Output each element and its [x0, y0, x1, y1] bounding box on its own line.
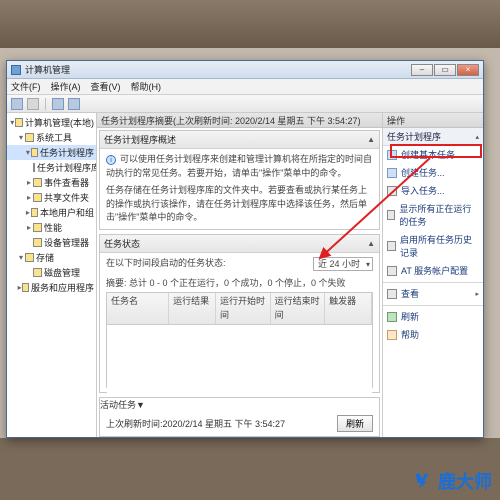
tree-performance[interactable]: ▸性能 — [7, 220, 96, 235]
gear-icon — [387, 266, 397, 276]
refresh-icon[interactable] — [52, 98, 64, 110]
tree-root[interactable]: ▾计算机管理(本地) — [7, 115, 96, 130]
watermark-icon — [412, 470, 434, 492]
actions-separator — [383, 282, 483, 283]
minimize-button[interactable]: – — [411, 64, 433, 76]
menu-action[interactable]: 操作(A) — [51, 80, 81, 93]
titlebar[interactable]: 计算机管理 – ▭ × — [7, 61, 483, 79]
action-view[interactable]: 查看▸ — [383, 285, 483, 303]
back-icon[interactable] — [11, 98, 23, 110]
last-refresh-text: 上次刷新时间:2020/2/14 星期五 下午 3:54:27 — [106, 417, 285, 430]
active-tasks-panel: 活动任务▼ 上次刷新时间:2020/2/14 星期五 下午 3:54:27 刷新 — [99, 397, 380, 437]
tree-shared-folders[interactable]: ▸共享文件夹 — [7, 190, 96, 205]
maximize-button[interactable]: ▭ — [434, 64, 456, 76]
info-icon: i — [106, 155, 116, 165]
status-summary: 摘要: 总计 0 - 0 个正在运行，0 个成功，0 个停止，0 个失败 — [106, 277, 373, 291]
overview-panel: 任务计划程序概述▲ i可以使用任务计划程序来创建和管理计算机将在所指定的时间自动… — [99, 130, 380, 230]
refresh-icon — [387, 312, 397, 322]
action-show-running[interactable]: 显示所有正在运行的任务 — [383, 200, 483, 231]
range-combo[interactable]: 近 24 小时 — [313, 257, 373, 271]
menubar: 文件(F) 操作(A) 查看(V) 帮助(H) — [7, 79, 483, 95]
highlight-box — [390, 144, 482, 158]
status-range-label: 在以下时间段启动的任务状态: — [106, 258, 226, 268]
app-icon — [11, 65, 21, 75]
action-import-task[interactable]: 导入任务... — [383, 182, 483, 200]
menu-help[interactable]: 帮助(H) — [131, 80, 162, 93]
content-header: 任务计划程序摘要(上次刷新时间: 2020/2/14 星期五 下午 3:54:2… — [97, 113, 382, 128]
task-list-header[interactable]: 任务名 运行结果 运行开始时间 运行结束时间 触发器 — [107, 293, 372, 325]
refresh-button[interactable]: 刷新 — [337, 415, 373, 432]
action-create-task[interactable]: 创建任务... — [383, 164, 483, 182]
tree-storage[interactable]: ▾存储 — [7, 250, 96, 265]
nav-tree[interactable]: ▾计算机管理(本地) ▾系统工具 ▾任务计划程序 任务计划程序库 ▸事件查看器 … — [7, 113, 97, 437]
forward-icon[interactable] — [27, 98, 39, 110]
watermark: 鹿大师 — [412, 468, 492, 494]
task-icon — [387, 168, 397, 178]
status-body: 在以下时间段启动的任务状态: 近 24 小时 摘要: 总计 0 - 0 个正在运… — [100, 253, 379, 393]
help-icon[interactable] — [68, 98, 80, 110]
watermark-text: 鹿大师 — [438, 468, 492, 494]
actions-pane: 操作 任务计划程序▴ 创建基本任务... 创建任务... 导入任务... 显示所… — [383, 113, 483, 437]
task-list[interactable]: 任务名 运行结果 运行开始时间 运行结束时间 触发器 — [106, 292, 373, 388]
col-end[interactable]: 运行结束时间 — [271, 293, 326, 324]
col-name[interactable]: 任务名 — [107, 293, 169, 324]
tree-disk-management[interactable]: 磁盘管理 — [7, 265, 96, 280]
view-icon — [387, 289, 397, 299]
tree-task-library[interactable]: 任务计划程序库 — [7, 160, 96, 175]
action-help[interactable]: 帮助 — [383, 326, 483, 344]
tree-device-manager[interactable]: 设备管理器 — [7, 235, 96, 250]
task-list-body — [107, 325, 372, 403]
tree-system-tools[interactable]: ▾系统工具 — [7, 130, 96, 145]
tree-services-apps[interactable]: ▸服务和应用程序 — [7, 280, 96, 295]
tree-event-viewer[interactable]: ▸事件查看器 — [7, 175, 96, 190]
menu-view[interactable]: 查看(V) — [91, 80, 121, 93]
tree-task-scheduler[interactable]: ▾任务计划程序 — [7, 145, 96, 160]
active-header[interactable]: 活动任务▼ — [100, 398, 379, 411]
action-enable-history[interactable]: 启用所有任务历史记录 — [383, 231, 483, 262]
overview-header[interactable]: 任务计划程序概述▲ — [100, 131, 379, 149]
running-icon — [387, 210, 395, 220]
col-trigger[interactable]: 触发器 — [325, 293, 372, 324]
status-panel: 任务状态▲ 在以下时间段启动的任务状态: 近 24 小时 摘要: 总计 0 - … — [99, 234, 380, 394]
action-at-config[interactable]: AT 服务帐户配置 — [383, 262, 483, 280]
content-pane: 任务计划程序摘要(上次刷新时间: 2020/2/14 星期五 下午 3:54:2… — [97, 113, 383, 437]
toolbar-separator — [45, 98, 46, 110]
close-button[interactable]: × — [457, 64, 479, 76]
window-title: 计算机管理 — [25, 63, 70, 76]
import-icon — [387, 186, 397, 196]
actions-separator — [383, 305, 483, 306]
help-icon — [387, 330, 397, 340]
toolbar — [7, 95, 483, 113]
action-refresh[interactable]: 刷新 — [383, 308, 483, 326]
overview-body: i可以使用任务计划程序来创建和管理计算机将在所指定的时间自动执行的常见任务。若要… — [100, 149, 379, 229]
mmc-window: 计算机管理 – ▭ × 文件(F) 操作(A) 查看(V) 帮助(H) ▾计算机… — [6, 60, 484, 438]
history-icon — [387, 241, 396, 251]
col-result[interactable]: 运行结果 — [169, 293, 216, 324]
status-header[interactable]: 任务状态▲ — [100, 235, 379, 253]
col-start[interactable]: 运行开始时间 — [216, 293, 271, 324]
menu-file[interactable]: 文件(F) — [11, 80, 41, 93]
actions-head: 操作 — [383, 113, 483, 128]
tree-local-users[interactable]: ▸本地用户和组 — [7, 205, 96, 220]
